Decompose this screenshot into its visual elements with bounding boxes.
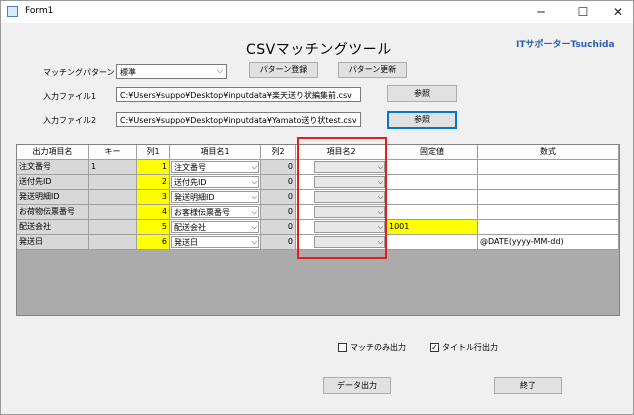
title-row-label: タイトル行出力 <box>442 343 498 352</box>
match-only-label: マッチのみ出力 <box>350 343 406 352</box>
chevron-down-icon: ⌵ <box>216 66 223 75</box>
pattern-select-value: 標準 <box>120 68 136 77</box>
item1-cell[interactable]: 送付先ID ⌵ <box>170 175 261 190</box>
item1-dropdown[interactable]: 配送会社 ⌵ <box>171 221 259 233</box>
output-name-cell[interactable]: 配送会社 <box>17 220 89 235</box>
col2-cell[interactable]: 0 <box>261 160 296 175</box>
key-cell[interactable] <box>89 175 137 190</box>
minimize-button[interactable]: ─ <box>526 1 556 23</box>
maximize-button[interactable]: ☐ <box>568 1 598 23</box>
formula-cell[interactable] <box>478 160 619 175</box>
col2-cell[interactable]: 0 <box>261 235 296 250</box>
chevron-down-icon: ⌵ <box>251 238 257 246</box>
pattern-label: マッチングパターン <box>43 68 115 77</box>
header-fixed[interactable]: 固定値 <box>387 145 478 160</box>
exit-button[interactable]: 終了 <box>494 377 562 394</box>
header-col2[interactable]: 列2 <box>261 145 296 160</box>
header-key[interactable]: キー <box>89 145 137 160</box>
item1-dropdown[interactable]: お客様伝票番号 ⌵ <box>171 206 259 218</box>
header-formula[interactable]: 数式 <box>478 145 619 160</box>
formula-cell[interactable] <box>478 175 619 190</box>
close-button[interactable]: ✕ <box>603 1 633 23</box>
item1-value: 配送会社 <box>174 223 206 232</box>
file1-browse-button[interactable]: 参照 <box>387 85 457 102</box>
fixed-value-cell[interactable]: 1001 <box>387 220 478 235</box>
title-bar: Form1 ─ ☐ ✕ <box>1 1 633 23</box>
chevron-down-icon: ⌵ <box>251 193 257 201</box>
item1-cell[interactable]: お客様伝票番号 ⌵ <box>170 205 261 220</box>
item1-dropdown[interactable]: 発送日 ⌵ <box>171 236 259 248</box>
item1-cell[interactable]: 発送日 ⌵ <box>170 235 261 250</box>
col1-cell[interactable]: 2 <box>137 175 170 190</box>
fixed-value-cell[interactable] <box>387 190 478 205</box>
file1-path-field[interactable]: C:¥Users¥suppo¥Desktop¥inputdata¥楽天送り状編集… <box>116 87 361 102</box>
fixed-value-cell[interactable] <box>387 235 478 250</box>
export-button[interactable]: データ出力 <box>323 377 391 394</box>
item1-cell[interactable]: 配送会社 ⌵ <box>170 220 261 235</box>
key-cell[interactable]: 1 <box>89 160 137 175</box>
output-name-cell[interactable]: 発送日 <box>17 235 89 250</box>
item1-dropdown[interactable]: 送付先ID ⌵ <box>171 176 259 188</box>
brand-label: ITサポーターTsuchida <box>516 40 615 50</box>
page-title: CSVマッチングツール <box>246 42 392 58</box>
app-icon <box>7 6 18 17</box>
fixed-value-cell[interactable] <box>387 205 478 220</box>
chevron-down-icon: ⌵ <box>251 178 257 186</box>
file2-label: 入力ファイル2 <box>43 116 97 125</box>
key-cell[interactable] <box>89 235 137 250</box>
register-pattern-button[interactable]: パターン登録 <box>249 62 318 78</box>
formula-cell[interactable] <box>478 190 619 205</box>
item1-value: 発送日 <box>174 238 198 247</box>
key-cell[interactable] <box>89 190 137 205</box>
output-name-cell[interactable]: 注文番号 <box>17 160 89 175</box>
output-name-cell[interactable]: お荷物伝票番号 <box>17 205 89 220</box>
key-cell[interactable] <box>89 220 137 235</box>
col1-cell[interactable]: 5 <box>137 220 170 235</box>
pattern-select[interactable]: 標準 ⌵ <box>116 64 227 79</box>
col2-cell[interactable]: 0 <box>261 220 296 235</box>
formula-cell[interactable]: @DATE(yyyy-MM-dd) <box>478 235 619 250</box>
file2-browse-button[interactable]: 参照 <box>387 111 457 129</box>
item1-value: 注文番号 <box>174 163 206 172</box>
output-name-cell[interactable]: 発送明細ID <box>17 190 89 205</box>
file2-path-field[interactable]: C:¥Users¥suppo¥Desktop¥inputdata¥Yamato送… <box>116 112 361 127</box>
item1-dropdown[interactable]: 注文番号 ⌵ <box>171 161 259 173</box>
chevron-down-icon: ⌵ <box>251 208 257 216</box>
col2-cell[interactable]: 0 <box>261 190 296 205</box>
item1-value: お客様伝票番号 <box>174 208 230 217</box>
col1-cell[interactable]: 4 <box>137 205 170 220</box>
item1-value: 発送明細ID <box>174 193 215 202</box>
col1-cell[interactable]: 6 <box>137 235 170 250</box>
window-title: Form1 <box>25 6 54 16</box>
col2-cell[interactable]: 0 <box>261 205 296 220</box>
fixed-value-cell[interactable] <box>387 160 478 175</box>
chevron-down-icon: ⌵ <box>251 223 257 231</box>
item1-cell[interactable]: 発送明細ID ⌵ <box>170 190 261 205</box>
match-only-checkbox[interactable] <box>338 343 347 352</box>
col2-cell[interactable]: 0 <box>261 175 296 190</box>
item1-dropdown[interactable]: 発送明細ID ⌵ <box>171 191 259 203</box>
output-name-cell[interactable]: 送付先ID <box>17 175 89 190</box>
formula-cell[interactable] <box>478 205 619 220</box>
col1-cell[interactable]: 3 <box>137 190 170 205</box>
col1-cell[interactable]: 1 <box>137 160 170 175</box>
header-item1[interactable]: 項目名1 <box>170 145 261 160</box>
main-window: Form1 ─ ☐ ✕ CSVマッチングツール ITサポーターTsuchida … <box>0 0 634 415</box>
fixed-value-cell[interactable] <box>387 175 478 190</box>
header-col1[interactable]: 列1 <box>137 145 170 160</box>
update-pattern-button[interactable]: パターン更新 <box>338 62 407 78</box>
item1-cell[interactable]: 注文番号 ⌵ <box>170 160 261 175</box>
chevron-down-icon: ⌵ <box>251 163 257 171</box>
formula-cell[interactable] <box>478 220 619 235</box>
header-output-name[interactable]: 出力項目名 <box>17 145 89 160</box>
annotation-highlight-box <box>297 137 387 259</box>
item1-value: 送付先ID <box>174 178 207 187</box>
file1-label: 入力ファイル1 <box>43 92 97 101</box>
title-row-checkbox[interactable]: ✓ <box>430 343 439 352</box>
key-cell[interactable] <box>89 205 137 220</box>
